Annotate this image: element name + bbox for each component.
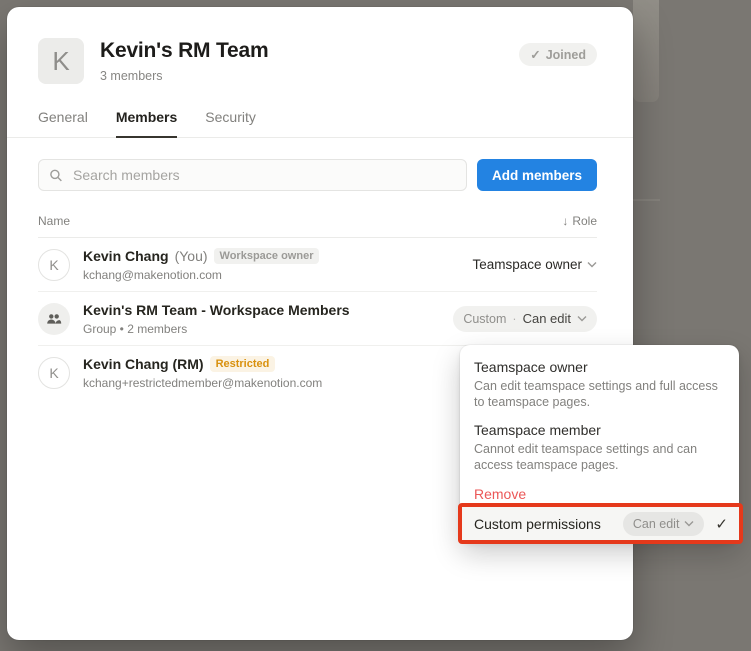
check-icon: ✓ [530,47,540,62]
workspace-owner-badge: Workspace owner [214,248,320,264]
menu-item-teamspace-owner[interactable]: Teamspace owner Can edit teamspace setti… [474,359,725,411]
member-name: Kevin Chang [83,248,169,264]
role-column-header[interactable]: ↓ Role [562,214,597,228]
avatar: K [38,249,70,281]
search-members-input[interactable] [71,166,456,184]
selected-check-icon: ✓ [712,515,731,533]
chevron-down-icon [577,315,587,322]
teamspace-avatar: K [38,38,84,84]
group-subtitle: Group • 2 members [83,322,453,336]
group-name: Kevin's RM Team - Workspace Members [83,302,350,318]
search-icon [49,168,63,183]
name-column-header: Name [38,214,70,228]
role-dropdown-trigger[interactable]: Teamspace owner [472,257,597,272]
chevron-down-icon [587,261,597,268]
menu-item-remove[interactable]: Remove [474,486,725,502]
custom-permissions-label: Custom permissions [474,516,615,532]
restricted-badge: Restricted [210,356,276,372]
table-row: Kevin's RM Team - Workspace Members Grou… [38,292,597,346]
tab-security[interactable]: Security [205,109,256,137]
tab-general[interactable]: General [38,109,88,137]
joined-badge[interactable]: ✓ Joined [519,43,597,66]
menu-item-custom-permissions[interactable]: Custom permissions Can edit ✓ [458,503,743,544]
custom-role-dropdown-trigger[interactable]: Custom · Can edit [453,306,597,332]
menu-item-teamspace-member[interactable]: Teamspace member Cannot edit teamspace s… [474,422,725,474]
backdrop-divider [633,199,660,201]
chevron-down-icon [684,520,694,527]
tab-members[interactable]: Members [116,109,177,138]
avatar [38,303,70,335]
tab-bar: General Members Security [7,84,633,138]
member-name: Kevin Chang (RM) [83,356,204,372]
avatar: K [38,357,70,389]
group-icon [46,312,62,326]
add-members-button[interactable]: Add members [477,159,597,191]
member-count: 3 members [100,69,269,83]
member-you-suffix: (You) [175,248,208,264]
table-row: K Kevin Chang (You) Workspace owner kcha… [38,238,597,292]
members-table-header: Name ↓ Role [38,214,597,238]
search-members-box[interactable] [38,159,467,191]
sort-descending-icon: ↓ [562,214,568,228]
member-email: kchang@makenotion.com [83,268,472,282]
page-title: Kevin's RM Team [100,39,269,63]
teamspace-settings-modal: K Kevin's RM Team 3 members ✓ Joined Gen… [7,7,633,640]
backdrop-content-edge [633,0,659,102]
permission-level-dropdown[interactable]: Can edit [623,512,705,536]
joined-badge-label: Joined [546,48,586,62]
dot-separator: · [512,312,516,326]
teamspace-header: K Kevin's RM Team 3 members ✓ Joined [7,7,633,84]
